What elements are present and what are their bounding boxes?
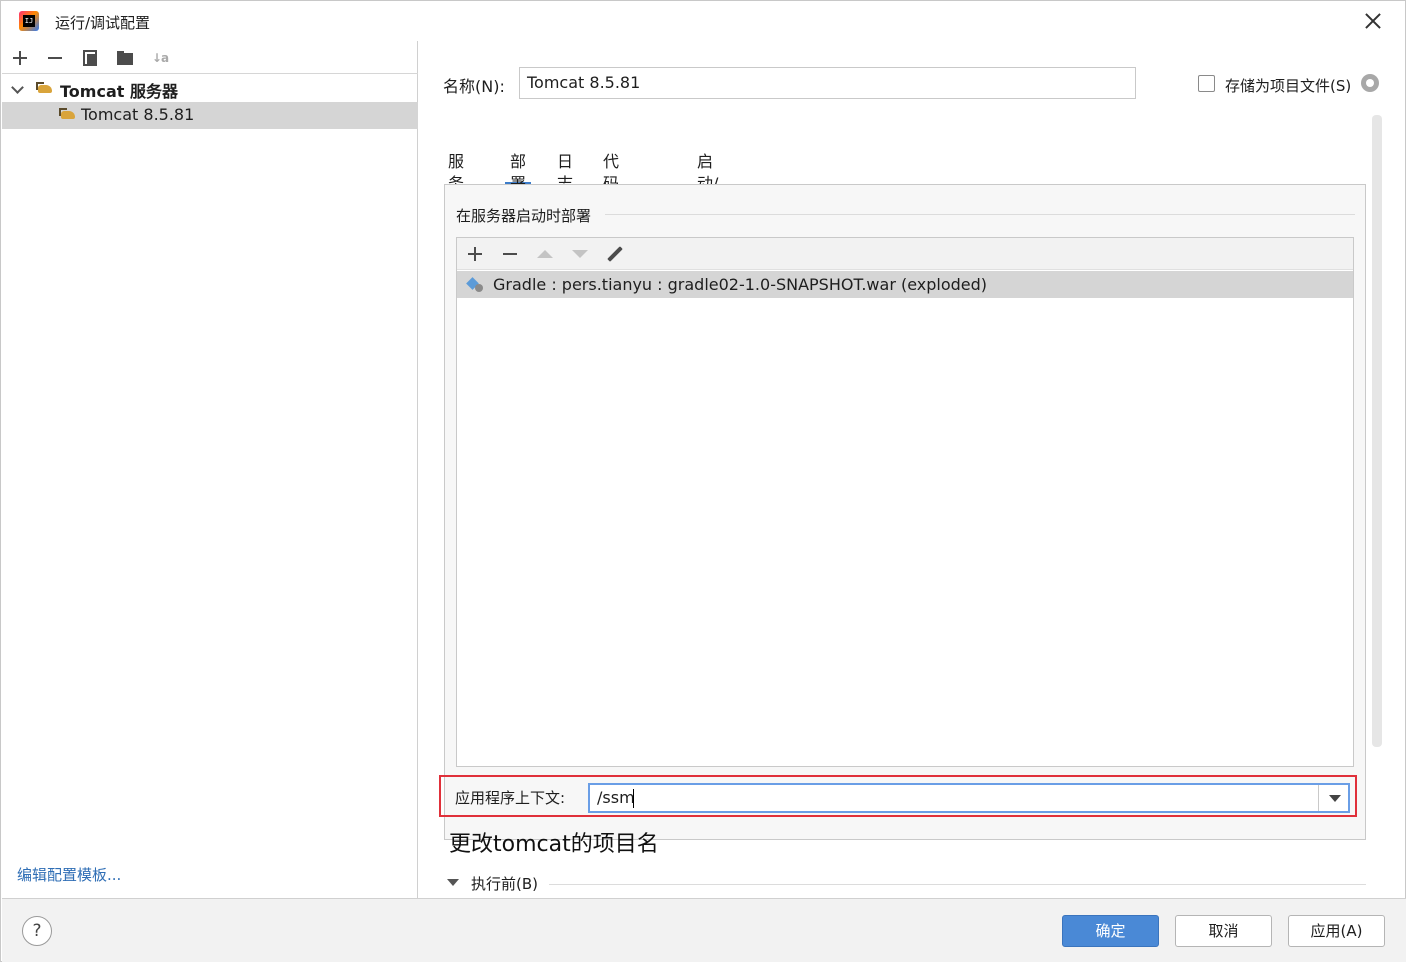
- tomcat-icon: [59, 108, 77, 122]
- combo-separator: [1318, 785, 1319, 811]
- move-up-button[interactable]: [533, 242, 557, 266]
- pencil-icon: [607, 246, 623, 262]
- text-caret: [633, 789, 634, 808]
- gear-icon[interactable]: [1361, 74, 1379, 92]
- tree-item-tomcat-8581[interactable]: Tomcat 8.5.81: [2, 102, 418, 129]
- edit-templates-link[interactable]: 编辑配置模板...: [17, 864, 121, 885]
- tab-logs[interactable]: 日志: [552, 151, 578, 193]
- deployment-panel: 在服务器启动时部署 Gradle : pers.tianyu : gradle0…: [444, 184, 1366, 840]
- tab-deployment[interactable]: 部署: [505, 151, 532, 193]
- move-down-button[interactable]: [568, 242, 592, 266]
- tree-item-label: Tomcat 8.5.81: [81, 105, 195, 124]
- help-button[interactable]: ?: [22, 916, 52, 946]
- store-as-project-file-label[interactable]: 存储为项目文件(S): [1225, 75, 1351, 96]
- remove-config-button[interactable]: [42, 45, 68, 71]
- tree-group-tomcat[interactable]: Tomcat 服务器: [2, 75, 418, 102]
- deploy-group-title: 在服务器启动时部署: [456, 205, 600, 226]
- folder-add-icon: [117, 51, 135, 65]
- edit-artifact-button[interactable]: [603, 242, 627, 266]
- sort-button[interactable]: ↓a: [147, 45, 173, 71]
- tree-group-label: Tomcat 服务器: [60, 82, 178, 101]
- context-highlight-box: 应用程序上下文: /ssm: [439, 775, 1357, 817]
- app-context-combobox[interactable]: /ssm: [588, 783, 1350, 813]
- sort-az-icon: ↓a: [151, 51, 169, 65]
- app-context-value[interactable]: /ssm: [597, 788, 635, 807]
- run-debug-config-dialog: IJ 运行/调试配置 ↓a Tomcat 服务器 Tomcat 8.5.81 编…: [0, 0, 1406, 962]
- intellij-app-icon: IJ: [19, 11, 39, 31]
- remove-artifact-button[interactable]: [498, 242, 522, 266]
- arrow-down-icon: [572, 250, 588, 258]
- arrow-up-icon: [537, 250, 553, 258]
- tab-startup-connection[interactable]: 启动/连接: [692, 151, 723, 237]
- new-folder-button[interactable]: [113, 45, 139, 71]
- name-label: 名称(N):: [443, 77, 505, 96]
- minus-icon: [48, 57, 62, 59]
- artifact-icon: [468, 277, 484, 293]
- store-as-project-file-checkbox[interactable]: [1198, 75, 1215, 92]
- list-toolbar: [457, 238, 1353, 270]
- copy-icon: [82, 50, 98, 66]
- copy-config-button[interactable]: [77, 45, 103, 71]
- before-launch-label[interactable]: 执行前(B): [471, 873, 538, 894]
- annotation-text: 更改tomcat的项目名: [449, 832, 659, 857]
- apply-button[interactable]: 应用(A): [1288, 915, 1385, 947]
- chevron-down-icon[interactable]: [11, 81, 24, 94]
- before-launch-divider: [549, 884, 1366, 885]
- ok-button[interactable]: 确定: [1062, 915, 1159, 947]
- app-context-label: 应用程序上下文:: [455, 789, 566, 807]
- tab-server[interactable]: 服务器: [443, 151, 469, 215]
- list-item[interactable]: Gradle : pers.tianyu : gradle02-1.0-SNAP…: [457, 271, 1353, 298]
- tab-code-coverage[interactable]: 代码覆盖率: [598, 151, 624, 259]
- plus-icon: [468, 247, 482, 261]
- vertical-scrollbar[interactable]: [1372, 115, 1382, 747]
- cancel-button[interactable]: 取消: [1175, 915, 1272, 947]
- deploy-artifact-list: Gradle : pers.tianyu : gradle02-1.0-SNAP…: [456, 237, 1354, 767]
- minus-icon: [503, 253, 517, 255]
- title-bar: IJ 运行/调试配置: [1, 1, 1405, 41]
- config-tree-pane: ↓a Tomcat 服务器 Tomcat 8.5.81 编辑配置模板...: [2, 41, 418, 898]
- name-input[interactable]: Tomcat 8.5.81: [519, 67, 1136, 99]
- artifact-label: Gradle : pers.tianyu : gradle02-1.0-SNAP…: [493, 275, 988, 294]
- group-divider: [605, 214, 1355, 215]
- plus-icon: [13, 51, 27, 65]
- chevron-down-icon[interactable]: [1329, 795, 1341, 802]
- config-editor-pane: 名称(N): Tomcat 8.5.81 存储为项目文件(S) 服务器 部署 日…: [419, 41, 1405, 898]
- tomcat-icon: [36, 82, 54, 96]
- add-artifact-button[interactable]: [463, 242, 487, 266]
- chevron-down-icon[interactable]: [447, 879, 459, 886]
- dialog-button-bar: ? 确定 取消 应用(A): [2, 898, 1406, 962]
- add-config-button[interactable]: [7, 45, 33, 71]
- window-title: 运行/调试配置: [55, 14, 151, 32]
- close-icon[interactable]: [1359, 7, 1387, 35]
- tree-toolbar: ↓a: [2, 41, 418, 74]
